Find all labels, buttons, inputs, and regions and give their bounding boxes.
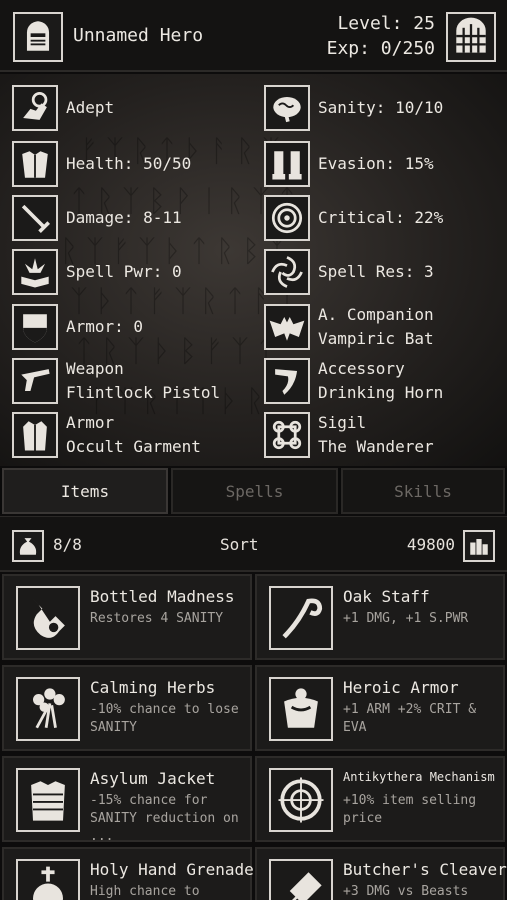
tab-items[interactable]: Items bbox=[2, 468, 168, 514]
item-card[interactable]: Oak Staff +1 DMG, +1 S.PWR bbox=[255, 574, 505, 660]
sword-icon bbox=[12, 195, 58, 241]
item-card[interactable]: Calming Herbs -10% chance to lose SANITY bbox=[2, 665, 252, 751]
knight-helmet-icon[interactable] bbox=[13, 12, 63, 62]
money-bag-icon bbox=[12, 530, 44, 562]
rune-hand-icon bbox=[12, 85, 58, 131]
coin-stack-icon bbox=[463, 530, 495, 562]
horn-icon bbox=[264, 358, 310, 404]
chest-armor-icon bbox=[12, 141, 58, 187]
inventory-tabs: Items Spells Skills bbox=[0, 468, 507, 514]
item-card[interactable]: Bottled Madness Restores 4 SANITY bbox=[2, 574, 252, 660]
potion-bottle-icon bbox=[16, 586, 80, 650]
sort-button[interactable]: Sort bbox=[220, 535, 259, 554]
item-card[interactable]: Butcher's Cleaver +3 DMG vs Beasts bbox=[255, 847, 507, 900]
tab-skills[interactable]: Skills bbox=[341, 468, 505, 514]
grenade-icon bbox=[16, 859, 80, 900]
tab-spells[interactable]: Spells bbox=[171, 468, 338, 514]
straitjacket-icon bbox=[16, 768, 80, 832]
bat-icon bbox=[264, 304, 310, 350]
heroic-armor-icon bbox=[269, 677, 333, 741]
vortex-icon bbox=[264, 249, 310, 295]
inventory-toolbar: 8/8 Sort 49800 bbox=[0, 516, 507, 572]
hero-name[interactable]: Unnamed Hero bbox=[73, 25, 203, 46]
herbs-icon bbox=[16, 677, 80, 741]
castle-gate-icon[interactable] bbox=[446, 12, 496, 62]
bag-count: 8/8 bbox=[53, 535, 82, 554]
cleaver-icon bbox=[269, 859, 333, 900]
sigil-icon bbox=[264, 412, 310, 458]
spellbook-icon bbox=[12, 249, 58, 295]
target-icon bbox=[264, 195, 310, 241]
item-card[interactable]: Holy Hand Grenade High chance to bbox=[2, 847, 254, 900]
item-card[interactable]: Heroic Armor +1 ARM +2% CRIT & EVA bbox=[255, 665, 505, 751]
coat-icon bbox=[12, 412, 58, 458]
exp-label: Exp: 0/250 bbox=[326, 38, 435, 59]
item-card[interactable]: Antikythera Mechanism +10% item selling … bbox=[255, 756, 505, 842]
staff-icon bbox=[269, 586, 333, 650]
hero-header: Unnamed Hero Level: 25 Exp: 0/250 bbox=[0, 0, 507, 72]
brain-icon bbox=[264, 85, 310, 131]
level-label: Level: 25 bbox=[337, 13, 435, 34]
item-card[interactable]: Asylum Jacket -15% chance for SANITY red… bbox=[2, 756, 252, 844]
mechanism-icon bbox=[269, 768, 333, 832]
shield-icon bbox=[12, 304, 58, 350]
boots-icon bbox=[264, 141, 310, 187]
stats-panel: ᚠᛉᚱᛏᚦᚨᚱᛉ ᛏᚱᛉᛒᚹᛁᚱᛉᛏ ᚱᛉᚠᛉᚦᛏᚱᛒᛉ ᛉᚦᛏᚠᛉᚱᛏᚨᛉ ᛏ… bbox=[0, 74, 507, 466]
pistol-icon bbox=[12, 358, 58, 404]
gold-amount: 49800 bbox=[406, 535, 455, 554]
